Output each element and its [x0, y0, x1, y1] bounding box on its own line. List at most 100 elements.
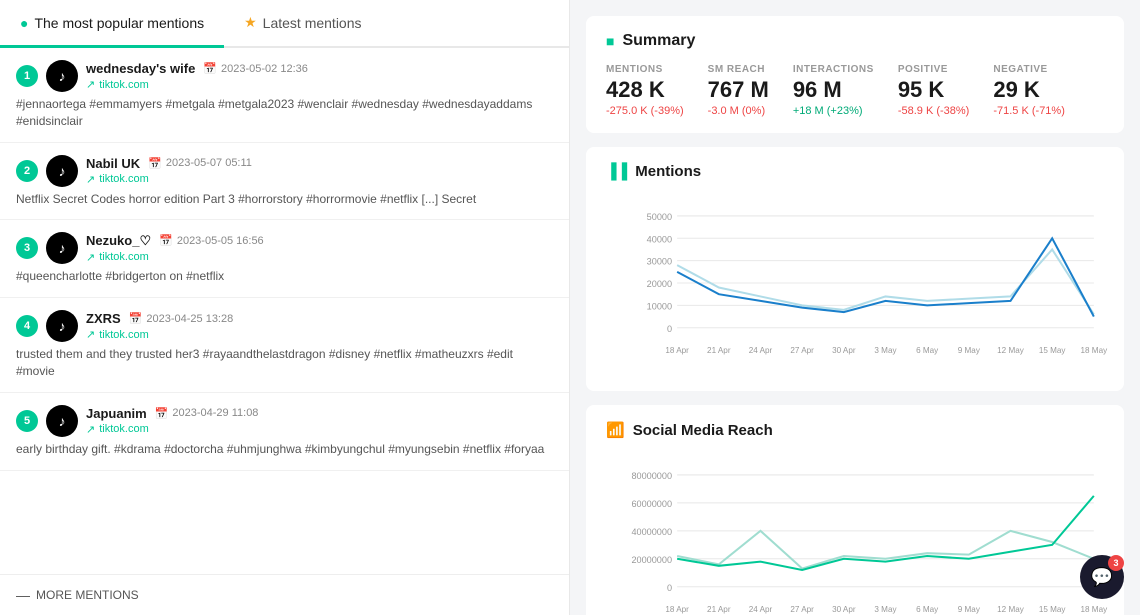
- svg-text:0: 0: [667, 583, 672, 593]
- mention-item: 3 ♪ Nezuko_♡ 📅 2023-05-05 16:56 ↗ tiktok…: [0, 220, 569, 298]
- stat-value: 96 M: [793, 77, 874, 103]
- source-link[interactable]: tiktok.com: [99, 423, 149, 435]
- stat-value: 428 K: [606, 77, 684, 103]
- svg-text:60000000: 60000000: [631, 499, 672, 509]
- stat-value: 95 K: [898, 77, 970, 103]
- mention-rank: 3: [16, 237, 38, 259]
- stat-item: MENTIONS 428 K -275.0 K (-39%): [606, 64, 684, 117]
- svg-text:18 Apr: 18 Apr: [665, 346, 689, 355]
- popular-icon: ●: [20, 15, 28, 31]
- tiktok-icon: ♪: [59, 163, 66, 179]
- mention-rank: 2: [16, 160, 38, 182]
- mention-rank: 1: [16, 65, 38, 87]
- mention-item: 1 ♪ wednesday's wife 📅 2023-05-02 12:36 …: [0, 48, 569, 143]
- reach-chart-card: 📶 Social Media Reach 0200000004000000060…: [586, 405, 1124, 615]
- reach-chart-svg: 02000000040000000600000008000000018 Apr2…: [606, 451, 1104, 615]
- chat-button[interactable]: 💬 3: [1080, 555, 1124, 599]
- svg-text:6 May: 6 May: [916, 605, 939, 614]
- mention-date: 📅 2023-05-07 05:11: [148, 157, 252, 170]
- mention-text: #queencharlotte #bridgerton on #netflix: [16, 268, 553, 285]
- stat-value: 767 M: [708, 77, 769, 103]
- mentions-chart-container: 0100002000030000400005000018 Apr21 Apr24…: [606, 192, 1104, 375]
- mention-text: Netflix Secret Codes horror edition Part…: [16, 191, 553, 208]
- mention-date: 📅 2023-05-05 16:56: [159, 234, 264, 247]
- tab-popular[interactable]: ● The most popular mentions: [0, 0, 224, 48]
- source-link[interactable]: tiktok.com: [99, 251, 149, 263]
- svg-text:6 May: 6 May: [916, 346, 939, 355]
- mention-source[interactable]: ↗ tiktok.com: [86, 78, 553, 91]
- tab-latest[interactable]: ★ Latest mentions: [224, 0, 381, 48]
- stat-change: -3.0 M (0%): [708, 105, 769, 117]
- source-link[interactable]: tiktok.com: [99, 79, 149, 91]
- right-panel: ■ Summary MENTIONS 428 K -275.0 K (-39%)…: [570, 0, 1140, 615]
- svg-text:10000: 10000: [647, 301, 672, 311]
- mention-rank: 4: [16, 315, 38, 337]
- svg-text:15 May: 15 May: [1039, 346, 1067, 355]
- tabs: ● The most popular mentions ★ Latest men…: [0, 0, 569, 48]
- mention-avatar: ♪: [46, 232, 78, 264]
- mention-meta: Japuanim 📅 2023-04-29 11:08 ↗ tiktok.com: [86, 406, 553, 436]
- mention-text: early birthday gift. #kdrama #doctorcha …: [16, 441, 553, 458]
- stat-change: -71.5 K (-71%): [993, 105, 1065, 117]
- tiktok-icon: ♪: [59, 413, 66, 429]
- bar-chart-icon: ▐▐: [606, 163, 627, 180]
- mention-name: ZXRS: [86, 311, 121, 326]
- calendar-icon: 📅: [129, 312, 143, 325]
- svg-text:9 May: 9 May: [958, 346, 981, 355]
- tab-latest-label: Latest mentions: [263, 15, 362, 31]
- stat-item: INTERACTIONS 96 M +18 M (+23%): [793, 64, 874, 117]
- svg-text:50000: 50000: [647, 212, 672, 222]
- mentions-chart-title-text: Mentions: [635, 163, 701, 180]
- calendar-icon: 📅: [155, 407, 169, 420]
- svg-text:0: 0: [667, 324, 672, 334]
- svg-text:21 Apr: 21 Apr: [707, 605, 731, 614]
- svg-text:9 May: 9 May: [958, 605, 981, 614]
- tiktok-icon: ♪: [59, 68, 66, 84]
- mention-source[interactable]: ↗ tiktok.com: [86, 173, 553, 186]
- svg-text:40000: 40000: [647, 234, 672, 244]
- tiktok-icon: ♪: [59, 240, 66, 256]
- mention-date: 📅 2023-04-25 13:28: [129, 312, 234, 325]
- summary-title-text: Summary: [622, 32, 695, 50]
- share-icon: ↗: [86, 328, 95, 341]
- svg-text:24 Apr: 24 Apr: [749, 346, 773, 355]
- calendar-icon: 📅: [159, 234, 173, 247]
- more-mentions-button[interactable]: — MORE MENTIONS: [0, 574, 569, 615]
- mention-meta: Nabil UK 📅 2023-05-07 05:11 ↗ tiktok.com: [86, 156, 553, 186]
- latest-icon: ★: [244, 14, 257, 31]
- mention-source[interactable]: ↗ tiktok.com: [86, 251, 553, 264]
- svg-text:30000: 30000: [647, 257, 672, 267]
- share-icon: ↗: [86, 78, 95, 91]
- mention-name: wednesday's wife: [86, 61, 195, 76]
- summary-icon: ■: [606, 33, 614, 49]
- mention-name: Nezuko_♡: [86, 233, 151, 249]
- mention-source[interactable]: ↗ tiktok.com: [86, 423, 553, 436]
- mention-date: 📅 2023-04-29 11:08: [155, 407, 259, 420]
- stat-value: 29 K: [993, 77, 1065, 103]
- source-link[interactable]: tiktok.com: [99, 173, 149, 185]
- calendar-icon: 📅: [148, 157, 162, 170]
- stat-label: MENTIONS: [606, 64, 684, 75]
- stat-item: SM REACH 767 M -3.0 M (0%): [708, 64, 769, 117]
- mentions-chart-card: ▐▐ Mentions 0100002000030000400005000018…: [586, 147, 1124, 391]
- mentions-chart-title: ▐▐ Mentions: [606, 163, 1104, 180]
- mention-date: 📅 2023-05-02 12:36: [203, 62, 308, 75]
- svg-text:18 May: 18 May: [1081, 346, 1109, 355]
- mention-meta: Nezuko_♡ 📅 2023-05-05 16:56 ↗ tiktok.com: [86, 233, 553, 264]
- stat-change: -275.0 K (-39%): [606, 105, 684, 117]
- chat-icon: 💬: [1091, 567, 1113, 588]
- mention-item: 2 ♪ Nabil UK 📅 2023-05-07 05:11 ↗ tiktok…: [0, 143, 569, 221]
- stat-label: NEGATIVE: [993, 64, 1065, 75]
- mention-source[interactable]: ↗ tiktok.com: [86, 328, 553, 341]
- svg-text:20000000: 20000000: [631, 555, 672, 565]
- mention-text: trusted them and they trusted her3 #raya…: [16, 346, 553, 380]
- calendar-icon: 📅: [203, 62, 217, 75]
- mention-item: 4 ♪ ZXRS 📅 2023-04-25 13:28 ↗ tiktok.com…: [0, 298, 569, 393]
- stat-item: POSITIVE 95 K -58.9 K (-38%): [898, 64, 970, 117]
- svg-text:18 Apr: 18 Apr: [665, 605, 689, 614]
- source-link[interactable]: tiktok.com: [99, 329, 149, 341]
- svg-text:27 Apr: 27 Apr: [790, 605, 814, 614]
- svg-text:80000000: 80000000: [631, 471, 672, 481]
- summary-stats: MENTIONS 428 K -275.0 K (-39%) SM REACH …: [606, 64, 1104, 117]
- svg-text:12 May: 12 May: [997, 346, 1025, 355]
